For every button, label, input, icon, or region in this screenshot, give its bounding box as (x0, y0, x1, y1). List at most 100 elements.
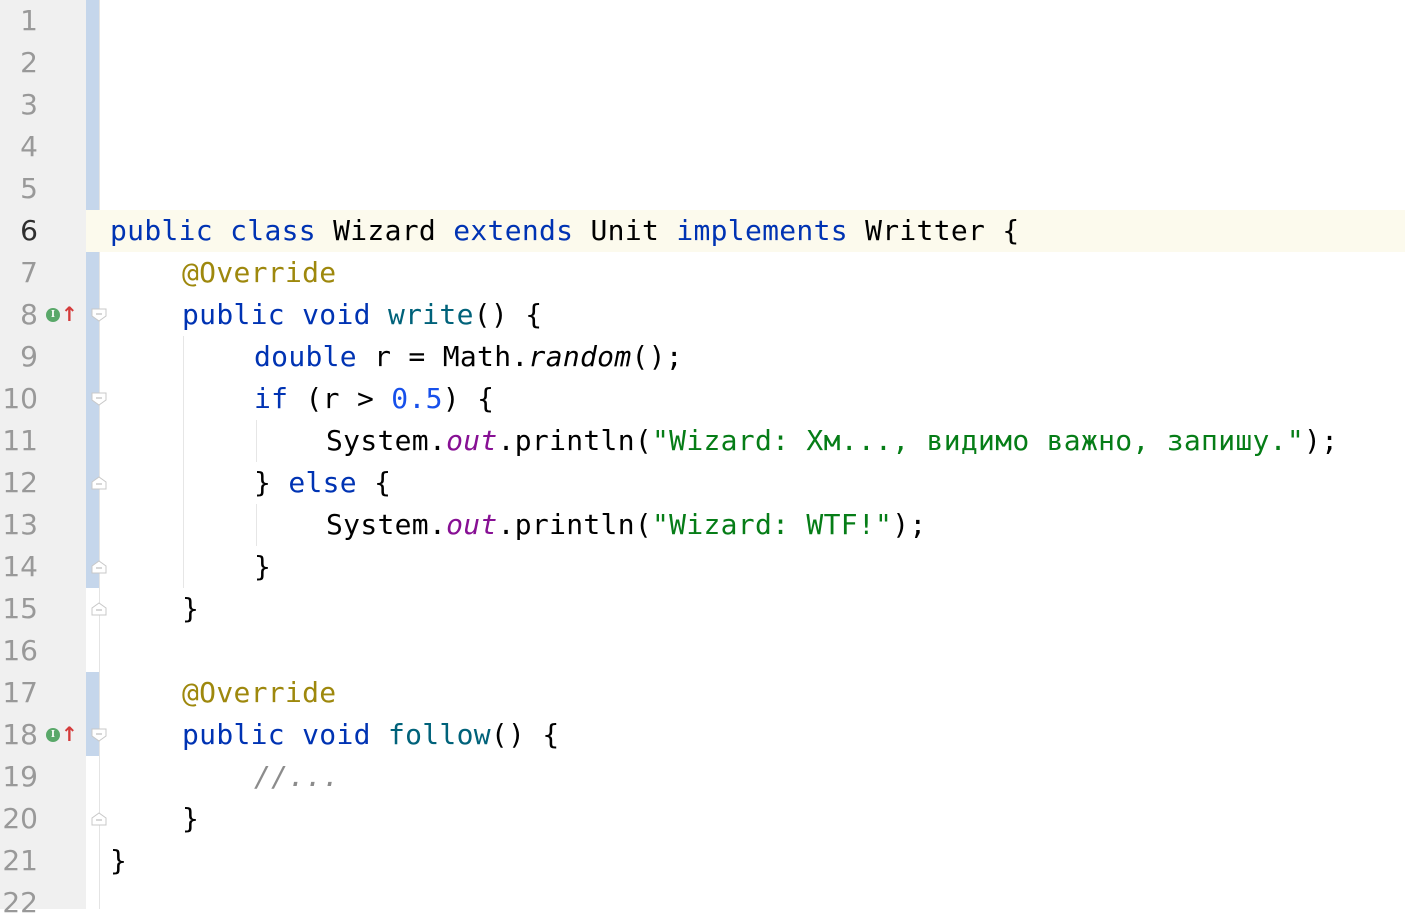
fold-end-icon[interactable] (91, 812, 107, 826)
code-line[interactable]: 13 System.out.println("Wizard: WTF!"); (0, 504, 1405, 546)
code-line[interactable]: 14 } (0, 546, 1405, 588)
line-number: 17 (2, 676, 38, 709)
code-text[interactable]: } (182, 798, 199, 840)
field-token: out (446, 424, 498, 457)
line-number: 11 (2, 424, 38, 457)
line-number: 19 (2, 760, 38, 793)
code-line[interactable]: 3 (0, 84, 1405, 126)
line-number: 5 (20, 172, 38, 205)
line-number: 4 (20, 130, 38, 163)
fold-end-icon[interactable] (91, 476, 107, 490)
keyword-token: public (182, 718, 285, 751)
keyword-token: implements (676, 214, 848, 247)
line-number: 16 (2, 634, 38, 667)
string-token: "Wizard: Хм..., видимо важно, запишу." (652, 424, 1304, 457)
code-token: .println( (497, 424, 653, 457)
code-line[interactable]: 7 @Override (0, 252, 1405, 294)
implements-method-icon[interactable]: I (46, 728, 60, 742)
code-line[interactable]: 17 @Override (0, 672, 1405, 714)
code-text[interactable]: } (182, 588, 199, 630)
line-number: 10 (2, 382, 38, 415)
code-line[interactable]: 22 (0, 882, 1405, 924)
code-line[interactable]: 18 I ↑ public void follow() { (0, 714, 1405, 756)
code-token: ); (1304, 424, 1339, 457)
line-number: 2 (20, 46, 38, 79)
code-line[interactable]: 5 (0, 168, 1405, 210)
code-token: ) { (442, 382, 495, 415)
keyword-token: if (254, 382, 289, 415)
fold-toggle-icon[interactable] (91, 308, 107, 322)
code-line[interactable]: 16 (0, 630, 1405, 672)
fold-end-icon[interactable] (91, 560, 107, 574)
line-number: 12 (2, 466, 38, 499)
keyword-token: public (110, 214, 213, 247)
code-token: .println( (497, 508, 653, 541)
code-text[interactable]: } (254, 546, 271, 588)
code-line[interactable]: 20 } (0, 798, 1405, 840)
line-number: 7 (20, 256, 38, 289)
code-token: (r > (288, 382, 392, 415)
code-text[interactable]: public class Wizard extends Unit impleme… (110, 210, 1020, 252)
code-token: r = Math. (356, 340, 529, 373)
code-token: System. (326, 508, 447, 541)
implements-method-icon[interactable]: I (46, 308, 60, 322)
code-text[interactable]: //... (254, 756, 340, 798)
string-token: "Wizard: WTF!" (652, 508, 893, 541)
go-to-super-icon[interactable]: ↑ (61, 723, 78, 745)
code-token: } (254, 466, 289, 499)
code-line[interactable]: 9 double r = Math.random(); (0, 336, 1405, 378)
keyword-token: double (254, 340, 357, 373)
brace-token: } (182, 592, 200, 625)
code-text[interactable]: public void write() { (182, 294, 542, 336)
fold-end-icon[interactable] (91, 602, 107, 616)
code-line[interactable]: 15 } (0, 588, 1405, 630)
line-number: 1 (20, 4, 38, 37)
line-number: 21 (2, 844, 38, 877)
code-text[interactable]: if (r > 0.5) { (254, 378, 494, 420)
code-line[interactable]: 1 (0, 0, 1405, 42)
keyword-token: extends (453, 214, 574, 247)
code-line[interactable]: 4 (0, 126, 1405, 168)
keyword-token: else (288, 466, 357, 499)
code-text[interactable]: @Override (182, 672, 336, 714)
code-text[interactable]: System.out.println("Wizard: WTF!"); (326, 504, 927, 546)
line-number: 14 (2, 550, 38, 583)
line-number: 15 (2, 592, 38, 625)
line-number: 9 (20, 340, 38, 373)
line-number: 8 (20, 298, 38, 331)
brace-token: } (182, 802, 200, 835)
brace-token: } (254, 550, 272, 583)
code-text[interactable]: } else { (254, 462, 391, 504)
code-text[interactable]: } (110, 840, 127, 882)
field-token: out (446, 508, 498, 541)
code-token: ); (892, 508, 927, 541)
method-name-token: follow (387, 718, 491, 751)
line-number: 22 (2, 886, 38, 919)
code-line[interactable]: 10 if (r > 0.5) { (0, 378, 1405, 420)
code-editor[interactable]: 1 2 3 4 5 6 public class Wizard extends … (0, 0, 1405, 919)
fold-toggle-icon[interactable] (91, 728, 107, 742)
line-number: 13 (2, 508, 38, 541)
code-line[interactable]: 12 } else { (0, 462, 1405, 504)
code-line[interactable]: 19 //... (0, 756, 1405, 798)
code-text[interactable]: @Override (182, 252, 336, 294)
line-number: 18 (2, 718, 38, 751)
code-line[interactable]: 8 I ↑ public void write() { (0, 294, 1405, 336)
static-method-token: random (528, 340, 632, 373)
method-name-token: write (387, 298, 474, 331)
code-text[interactable]: double r = Math.random(); (254, 336, 683, 378)
code-line[interactable]: 2 (0, 42, 1405, 84)
keyword-token: void (302, 718, 371, 751)
fold-toggle-icon[interactable] (91, 392, 107, 406)
code-line[interactable]: 21 } (0, 840, 1405, 882)
code-line[interactable]: 11 System.out.println("Wizard: Хм..., ви… (0, 420, 1405, 462)
line-number: 6 (20, 214, 38, 247)
brace-token: { (525, 298, 543, 331)
code-line-current[interactable]: 6 public class Wizard extends Unit imple… (0, 210, 1405, 252)
code-text[interactable]: System.out.println("Wizard: Хм..., видим… (326, 420, 1338, 462)
code-text[interactable]: public void follow() { (182, 714, 560, 756)
code-token: (); (631, 340, 683, 373)
go-to-super-icon[interactable]: ↑ (61, 303, 78, 325)
keyword-token: class (230, 214, 316, 247)
line-number: 20 (2, 802, 38, 835)
